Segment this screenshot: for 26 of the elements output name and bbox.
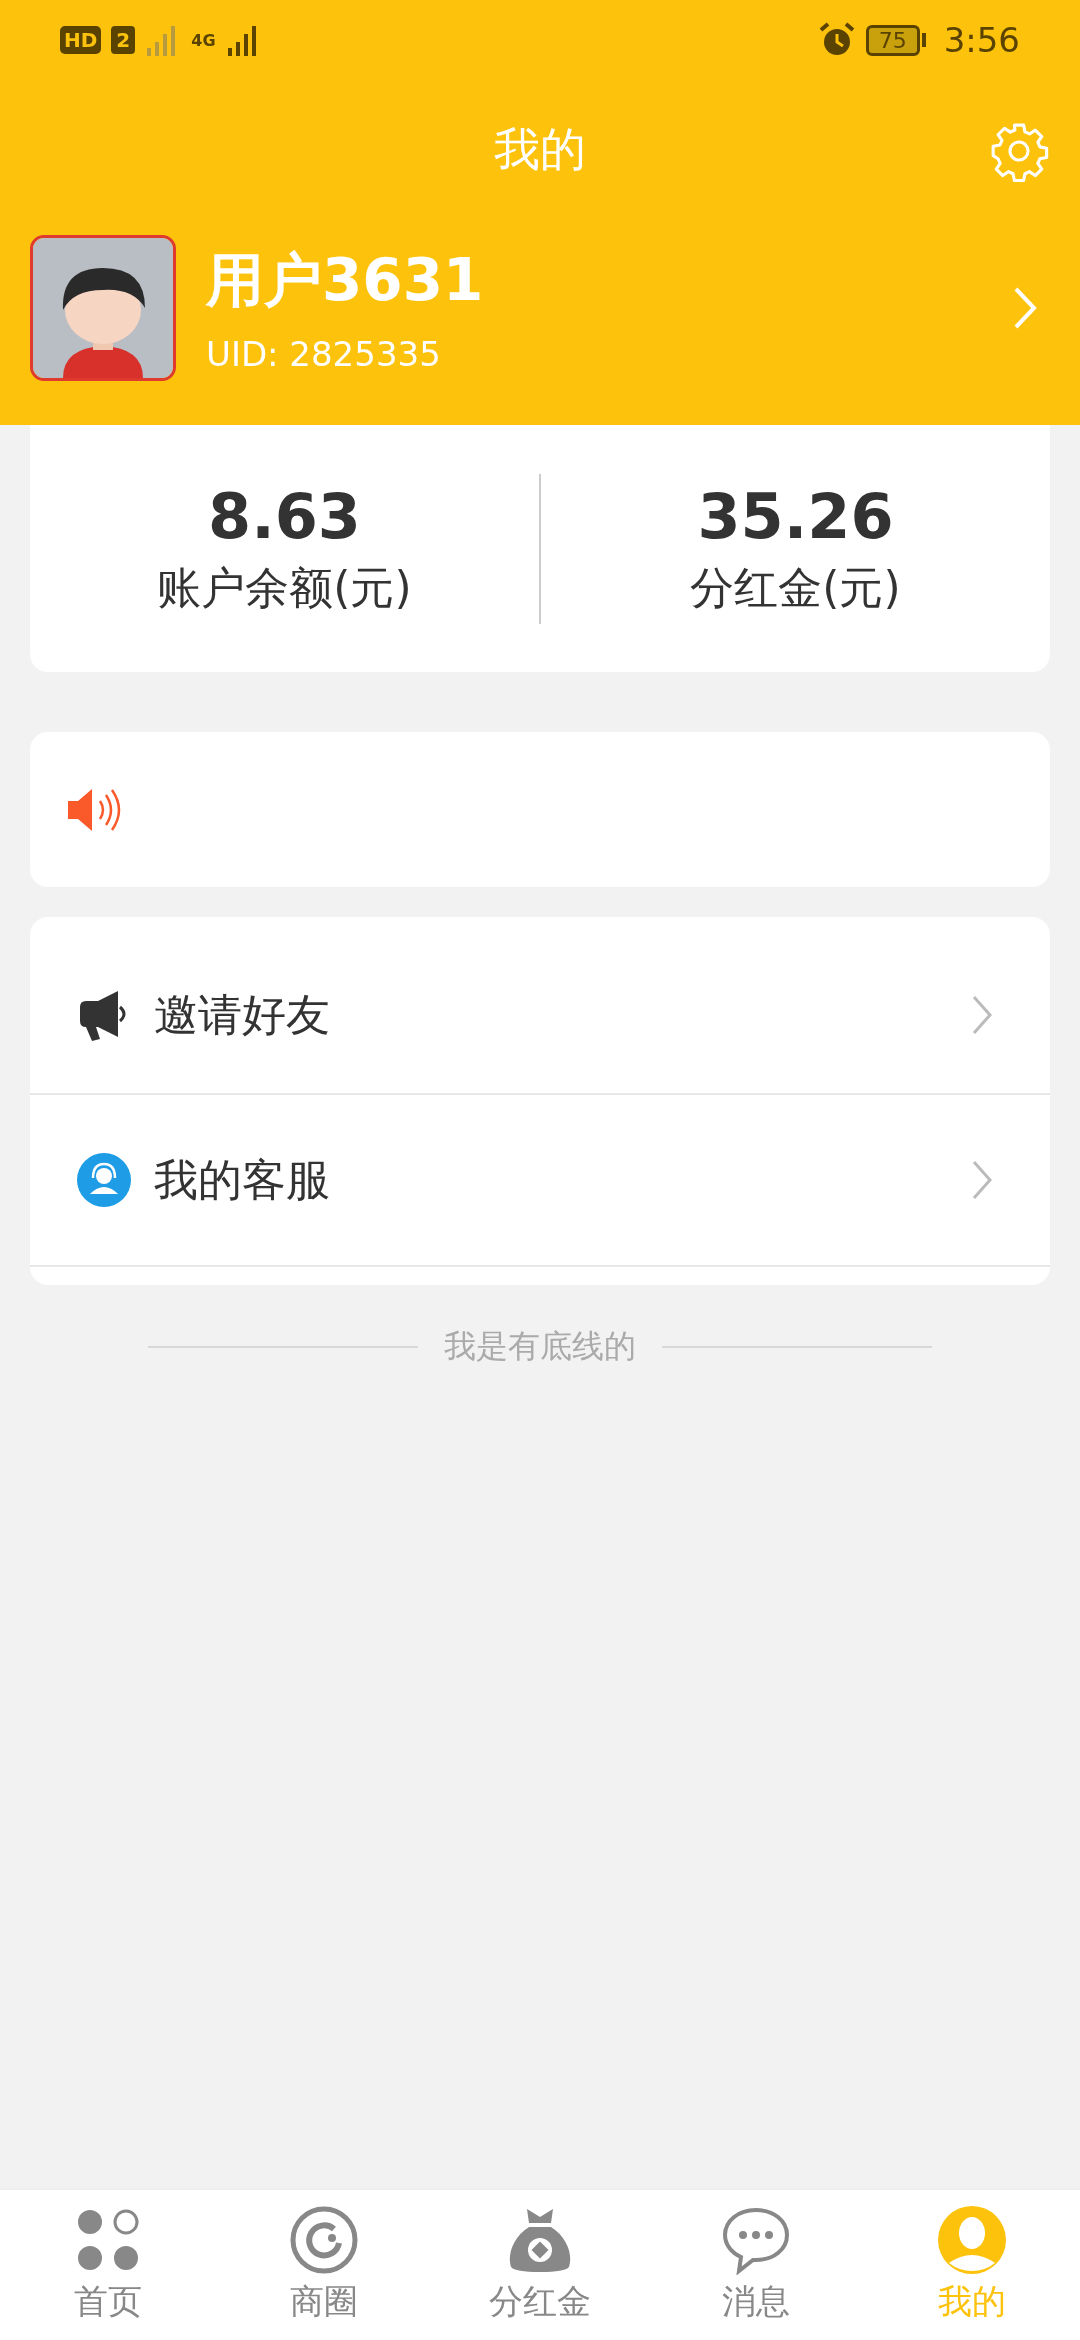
hd-indicator: HD <box>60 26 102 54</box>
stat-label: 分红金(元) <box>690 560 901 615</box>
chevron-right-icon <box>970 1158 994 1202</box>
avatar[interactable] <box>30 234 176 381</box>
chevron-right-icon <box>970 993 994 1037</box>
network-type: 4G <box>191 30 216 50</box>
page-title: 我的 <box>494 121 586 178</box>
menu-item[interactable]: 我的客服 <box>30 1095 1050 1267</box>
clock: 3:56 <box>943 20 1020 60</box>
ring-icon <box>289 2205 359 2275</box>
stat-label: 账户余额(元) <box>157 560 412 615</box>
sim-indicator: 2 <box>111 26 136 54</box>
username: 用户3631 <box>206 244 485 316</box>
stat-value: 8.63 <box>208 479 361 553</box>
battery-indicator: 75 <box>865 24 926 56</box>
support-agent-icon <box>76 1152 132 1208</box>
user-id: UID: 2825335 <box>206 333 442 374</box>
chat-icon <box>721 2205 791 2275</box>
nav-tab[interactable]: 首页 <box>0 2190 216 2340</box>
user-icon <box>937 2205 1007 2275</box>
nav-tab[interactable]: 商圈 <box>216 2190 432 2340</box>
stat-value: 35.26 <box>697 479 894 553</box>
menu-item[interactable]: 邀请好友 <box>30 917 1050 1095</box>
nav-tab[interactable]: 分红金 <box>432 2190 648 2340</box>
end-of-list-text: 我是有底线的 <box>444 1326 636 1367</box>
nav-tab[interactable]: 消息 <box>648 2190 864 2340</box>
